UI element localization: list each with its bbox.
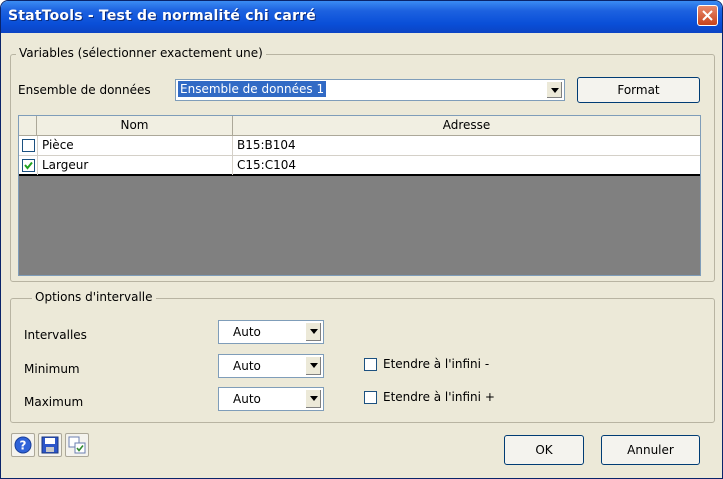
chevron-down-icon — [310, 329, 318, 334]
preferences-icon — [68, 436, 86, 454]
dialog-window: StatTools - Test de normalité chi carré … — [0, 0, 723, 479]
maximum-label: Maximum — [24, 395, 84, 409]
cancel-button[interactable]: Annuler — [601, 435, 700, 465]
chevron-down-icon — [551, 88, 559, 93]
maximum-select-arrow[interactable] — [305, 389, 322, 409]
header-checkbox-col — [19, 116, 37, 135]
chevron-down-icon — [310, 363, 318, 368]
dataset-select-arrow[interactable] — [546, 81, 563, 99]
help-button[interactable]: ? — [11, 433, 35, 457]
ok-button-label: OK — [535, 443, 553, 457]
title-bar[interactable]: StatTools - Test de normalité chi carré — [1, 1, 722, 33]
table-header: Nom Adresse — [19, 116, 700, 136]
maximum-select-value: Auto — [233, 392, 261, 406]
extend-plus-checkbox[interactable] — [364, 391, 377, 404]
header-adresse[interactable]: Adresse — [233, 116, 700, 135]
format-button-label: Format — [617, 83, 660, 97]
cancel-button-label: Annuler — [627, 443, 674, 457]
row-name: Largeur — [37, 156, 233, 175]
minimum-select[interactable]: Auto — [218, 354, 324, 378]
extend-minus-checkbox[interactable] — [364, 358, 377, 371]
maximum-select[interactable]: Auto — [218, 387, 324, 411]
intervals-select-value: Auto — [233, 325, 261, 339]
row-address: C15:C104 — [237, 158, 296, 172]
intervals-select-arrow[interactable] — [305, 322, 322, 342]
row-name: Pièce — [37, 136, 233, 155]
close-button[interactable] — [697, 5, 718, 26]
svg-text:?: ? — [20, 439, 27, 453]
checkmark-icon — [24, 161, 33, 170]
close-icon — [702, 10, 713, 21]
table-row[interactable]: Largeur C15:C104 — [19, 156, 700, 176]
extend-minus-label[interactable]: Etendre à l'infini - — [383, 357, 489, 371]
intervals-label: Intervalles — [24, 328, 87, 342]
header-nom[interactable]: Nom — [37, 116, 233, 135]
minimum-select-arrow[interactable] — [305, 356, 322, 376]
dataset-select[interactable]: Ensemble de données 1 — [175, 79, 565, 101]
row-address: B15:B104 — [237, 138, 296, 152]
format-button[interactable]: Format — [577, 77, 700, 103]
variables-legend: Variables (sélectionner exactement une) — [16, 46, 266, 60]
chevron-down-icon — [310, 396, 318, 401]
minimum-label: Minimum — [24, 362, 80, 376]
minimum-select-value: Auto — [233, 359, 261, 373]
options-legend: Options d'intervalle — [32, 290, 156, 304]
save-button[interactable] — [38, 433, 62, 457]
dataset-label: Ensemble de données — [18, 83, 151, 97]
dataset-select-value: Ensemble de données 1 — [178, 81, 327, 97]
options-group — [10, 298, 715, 423]
variables-table: Nom Adresse Pièce B15:B104 Largeur C15:C… — [18, 115, 701, 276]
ok-button[interactable]: OK — [504, 435, 584, 465]
intervals-select[interactable]: Auto — [218, 320, 324, 344]
window-title: StatTools - Test de normalité chi carré — [8, 8, 316, 24]
row-checkbox[interactable] — [22, 159, 35, 172]
table-row[interactable]: Pièce B15:B104 — [19, 136, 700, 156]
help-icon: ? — [14, 436, 32, 454]
extend-plus-label[interactable]: Etendre à l'infini + — [383, 390, 495, 404]
preferences-button[interactable] — [65, 433, 89, 457]
dataset-label-text: Ensemble de données — [18, 83, 151, 97]
row-checkbox[interactable] — [22, 139, 35, 152]
save-icon — [41, 436, 59, 454]
